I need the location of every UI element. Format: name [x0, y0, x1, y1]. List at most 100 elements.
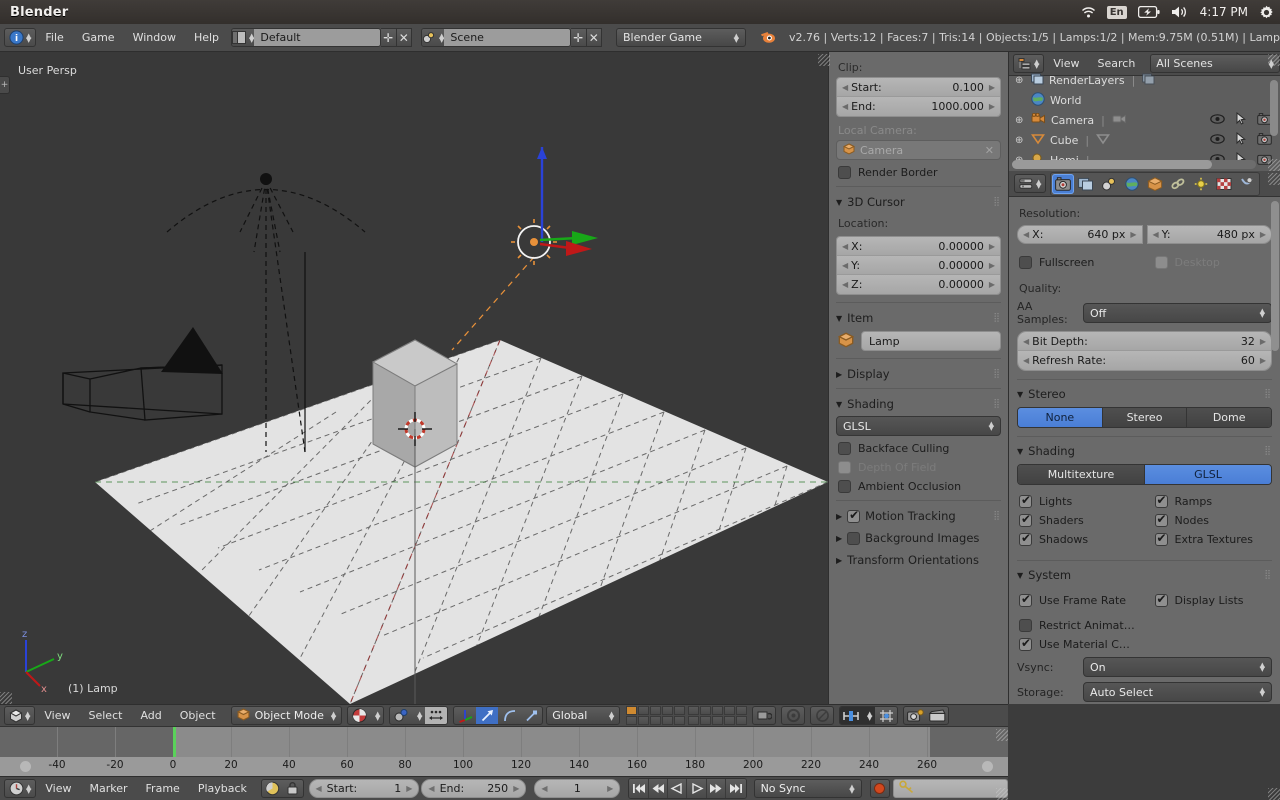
- shaders-row[interactable]: Shaders: [1019, 514, 1137, 527]
- wifi-icon[interactable]: [1081, 6, 1096, 19]
- layer-7[interactable]: [700, 706, 711, 715]
- decrement-icon[interactable]: ◀: [842, 83, 848, 92]
- decrement-icon[interactable]: ◀: [1153, 230, 1159, 239]
- restrict-animation-checkbox[interactable]: [1019, 619, 1032, 632]
- expand-icon[interactable]: ⊕: [1015, 115, 1026, 126]
- translate-manipulator-icon[interactable]: [476, 706, 498, 725]
- stereo-mode-dome[interactable]: Dome: [1187, 408, 1271, 427]
- layer-1[interactable]: [626, 706, 637, 715]
- layer-13[interactable]: [650, 716, 661, 725]
- stereo-mode-segments[interactable]: None Stereo Dome: [1017, 407, 1272, 428]
- outliner-row-toggles[interactable]: [1210, 132, 1272, 148]
- screen-layout-name[interactable]: Default: [254, 28, 381, 47]
- resolution-y-field[interactable]: ◀ Y: 480 px ▶: [1147, 225, 1273, 244]
- decrement-icon[interactable]: ◀: [842, 102, 848, 111]
- outliner-vertical-scrollbar[interactable]: [1270, 80, 1278, 136]
- timeline-scroll-handle-left[interactable]: [20, 761, 31, 772]
- clock[interactable]: 4:17 PM: [1200, 5, 1248, 19]
- pivot-point-selector[interactable]: ▲▼: [389, 706, 448, 725]
- increment-icon[interactable]: ▶: [513, 784, 519, 793]
- timeline-canvas[interactable]: [0, 727, 1008, 757]
- display-lists-checkbox[interactable]: [1155, 594, 1168, 607]
- refresh-rate-field[interactable]: ◀ Refresh Rate: 60 ▶: [1018, 351, 1271, 370]
- layer-4[interactable]: [662, 706, 673, 715]
- snap-toggle-icon[interactable]: [840, 706, 862, 725]
- ambient-occlusion-row[interactable]: Ambient Occlusion: [838, 480, 1001, 493]
- pivot-icon[interactable]: [390, 706, 412, 725]
- shadows-checkbox[interactable]: [1019, 533, 1032, 546]
- record-icon[interactable]: [262, 779, 282, 798]
- lights-row[interactable]: Lights: [1019, 495, 1137, 508]
- cursor-x-field[interactable]: ◀ X: 0.00000 ▶: [837, 237, 1000, 256]
- scene-cast-button[interactable]: [781, 706, 805, 725]
- layer-8[interactable]: [712, 706, 723, 715]
- menu-help[interactable]: Help: [185, 29, 228, 46]
- layer-15[interactable]: [674, 716, 685, 725]
- layer-18[interactable]: [712, 716, 723, 725]
- interaction-mode-selector[interactable]: Object Mode ▲▼: [231, 706, 343, 725]
- increment-icon[interactable]: ▶: [989, 102, 995, 111]
- outliner-row-toggles[interactable]: [1210, 112, 1272, 128]
- area-corner-grip[interactable]: [1268, 159, 1280, 171]
- manipulate-centers-icon[interactable]: [425, 706, 447, 725]
- expand-icon[interactable]: ⊕: [1015, 75, 1026, 86]
- shading-ball-icon[interactable]: [348, 706, 370, 725]
- step-forward-icon[interactable]: [707, 779, 726, 798]
- section-stereo[interactable]: ▼ Stereo ⣿: [1017, 387, 1272, 401]
- increment-icon[interactable]: ▶: [406, 784, 412, 793]
- editor-type-timeline-button[interactable]: ▲▼: [4, 779, 36, 798]
- decrement-icon[interactable]: ◀: [842, 261, 848, 270]
- gear-icon[interactable]: [1259, 5, 1274, 20]
- nodes-checkbox[interactable]: [1155, 514, 1168, 527]
- tab-world[interactable]: [1121, 174, 1143, 194]
- increment-icon[interactable]: ▶: [989, 261, 995, 270]
- tab-texture[interactable]: [1213, 174, 1235, 194]
- proportional-edit-icon[interactable]: [811, 706, 833, 725]
- section-3d-cursor[interactable]: ▼ 3D Cursor ⣿: [836, 195, 1001, 209]
- tab-constraints[interactable]: [1167, 174, 1189, 194]
- layer-19[interactable]: [724, 716, 735, 725]
- jump-end-icon[interactable]: [726, 779, 745, 798]
- clip-start-field[interactable]: ◀ Start: 0.100 ▶: [837, 78, 1000, 97]
- section-shading[interactable]: ▼ Shading ⣿: [836, 397, 1001, 411]
- use-frame-rate-checkbox[interactable]: [1019, 594, 1032, 607]
- increment-icon[interactable]: ▶: [607, 784, 613, 793]
- section-transform-orientations[interactable]: ▶ Transform Orientations: [836, 553, 1001, 567]
- render-border-checkbox[interactable]: [838, 166, 851, 179]
- editor-type-info-button[interactable]: i ▲▼: [4, 28, 36, 47]
- background-images-checkbox[interactable]: [847, 532, 860, 545]
- stereo-mode-none[interactable]: None: [1018, 408, 1103, 427]
- outliner-tree[interactable]: ⊕ RenderLayers | World ⊕: [1009, 76, 1280, 171]
- editor-type-properties-button[interactable]: ▲▼: [1014, 174, 1046, 193]
- area-corner-grip[interactable]: [996, 788, 1008, 800]
- increment-icon[interactable]: ▶: [989, 83, 995, 92]
- extra-textures-row[interactable]: Extra Textures: [1155, 533, 1273, 546]
- timeline-scroll-handle-right[interactable]: [982, 761, 993, 772]
- section-motion-tracking[interactable]: ▶ Motion Tracking ⣿: [836, 509, 1001, 523]
- clear-local-camera-icon[interactable]: ✕: [985, 144, 994, 157]
- keyboard-layout-indicator[interactable]: En: [1107, 6, 1127, 19]
- transform-orientation-selector[interactable]: Global ▲▼: [546, 706, 620, 725]
- outliner-row-camera[interactable]: ⊕ Camera |: [1009, 110, 1280, 130]
- step-back-icon[interactable]: [649, 779, 668, 798]
- snap-target-icon[interactable]: [875, 706, 897, 725]
- clip-end-field[interactable]: ◀ End: 1000.000 ▶: [837, 97, 1000, 116]
- ramps-row[interactable]: Ramps: [1155, 495, 1273, 508]
- increment-icon[interactable]: ▶: [1260, 230, 1266, 239]
- stereo-mode-stereo[interactable]: Stereo: [1103, 408, 1188, 427]
- layer-5[interactable]: [674, 706, 685, 715]
- outliner-row-cube[interactable]: ⊕ Cube |: [1009, 130, 1280, 150]
- aa-samples-row[interactable]: AA Samples: Off ▲▼: [1017, 300, 1272, 326]
- vp-menu-view[interactable]: View: [35, 707, 79, 724]
- viewport-properties-region[interactable]: Clip: ◀ Start: 0.100 ▶ ◀ End: 1000.000 ▶…: [828, 52, 1008, 704]
- delete-scene-button[interactable]: ✕: [587, 28, 602, 47]
- lights-checkbox[interactable]: [1019, 495, 1032, 508]
- vp-menu-select[interactable]: Select: [80, 707, 132, 724]
- frame-start-field[interactable]: ◀ Start: 1 ▶: [309, 779, 420, 798]
- area-corner-grip[interactable]: [1268, 173, 1280, 185]
- shadows-row[interactable]: Shadows: [1019, 533, 1137, 546]
- layer-20[interactable]: [736, 716, 747, 725]
- decrement-icon[interactable]: ◀: [428, 784, 434, 793]
- layer-2[interactable]: [638, 706, 649, 715]
- tl-menu-marker[interactable]: Marker: [81, 780, 137, 797]
